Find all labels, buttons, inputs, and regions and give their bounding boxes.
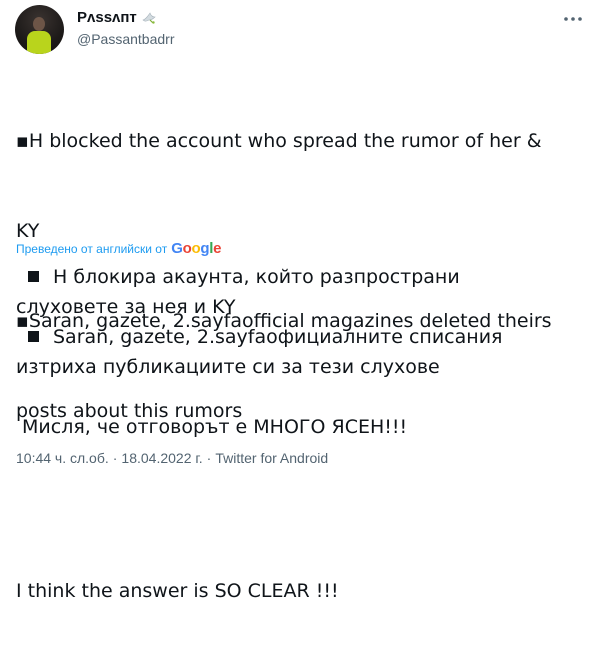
avatar-jacket — [27, 31, 51, 54]
translation-line: изтриха публикациите си за тези слухове — [16, 356, 440, 378]
tweet-line — [16, 486, 586, 516]
tweet-time[interactable]: 10:44 ч. сл.об. — [16, 450, 109, 466]
translation-line: Мисля, че отговорът е МНОГО ЯСЕН!!! — [16, 416, 408, 438]
translation-line — [16, 382, 586, 412]
translated-label: Преведено от английски от — [16, 241, 168, 256]
meta-separator: · — [206, 450, 212, 466]
translation-line: слуховете за нея и KY — [16, 296, 236, 318]
google-logo-icon: Google — [171, 240, 222, 257]
more-options-icon[interactable] — [561, 9, 585, 29]
tweet-source[interactable]: Twitter for Android — [215, 450, 328, 466]
meta-separator: · — [112, 450, 118, 466]
tweet-date[interactable]: 18.04.2022 г. — [121, 450, 202, 466]
author-display-name[interactable]: Ρᴧѕѕᴧᴨт — [77, 9, 137, 26]
tweet-line: ▪H blocked the account who spread the ru… — [16, 130, 542, 152]
tweet-card: Ρᴧѕѕᴧᴨт @Passantbadrr ▪H blocked the acc… — [0, 0, 598, 602]
translated-by-link[interactable]: Преведено от английски от Google — [16, 240, 221, 257]
bullet-square-icon — [28, 331, 39, 342]
translation-line: Saran, gazete, 2.sayfaофициалните списан… — [16, 322, 586, 352]
dove-emoji-icon — [141, 10, 157, 26]
author-name-row[interactable]: Ρᴧѕѕᴧᴨт — [77, 9, 157, 26]
translation-text: Н блокира акаунта, който разпространи сл… — [16, 262, 586, 442]
author-handle[interactable]: @Passantbadrr — [77, 31, 174, 47]
translation-line: Н блокира акаунта, който разпространи — [16, 262, 586, 292]
avatar-face — [33, 17, 45, 31]
tweet-meta: 10:44 ч. сл.об. · 18.04.2022 г. · Twitte… — [16, 450, 328, 466]
bullet-square-icon — [28, 271, 39, 282]
tweet-line: I think the answer is SO CLEAR !!! — [16, 580, 339, 602]
avatar[interactable] — [15, 5, 64, 54]
